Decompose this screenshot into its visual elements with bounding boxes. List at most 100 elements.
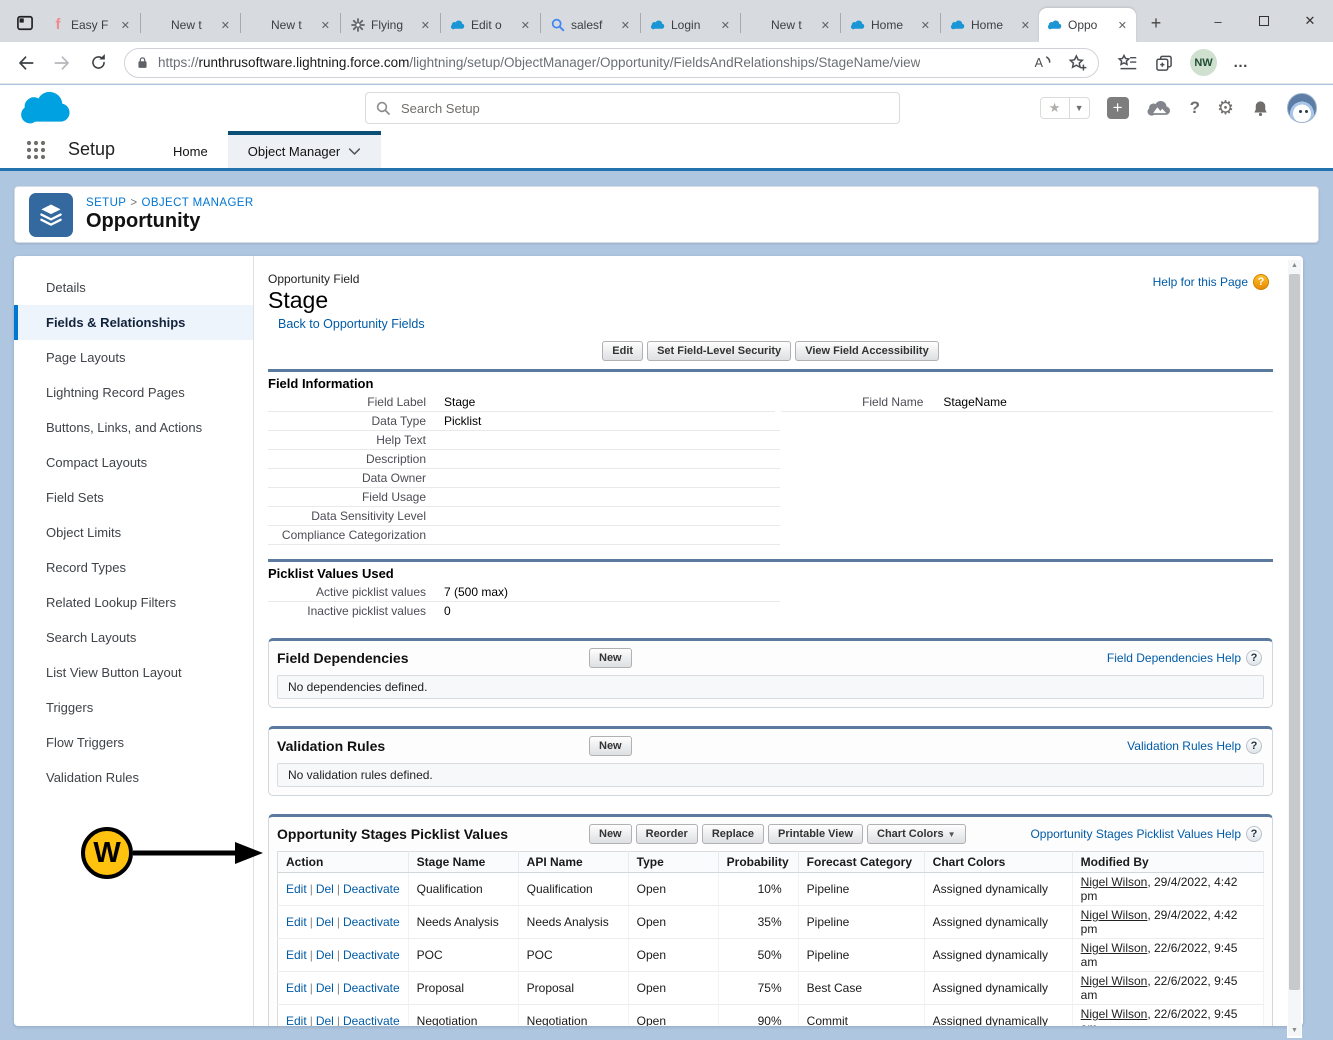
browser-tab-salesf-5[interactable]: salesf✕ bbox=[542, 8, 639, 42]
sidebar-item-list-view-button-layout[interactable]: List View Button Layout bbox=[14, 655, 253, 690]
browser-tab-home-8[interactable]: Home✕ bbox=[842, 8, 939, 42]
setup-gear-icon[interactable]: ⚙ bbox=[1217, 99, 1234, 118]
tab-close-icon[interactable]: ✕ bbox=[518, 18, 533, 33]
global-help-icon[interactable]: ? bbox=[1190, 98, 1200, 118]
modified-by-link[interactable]: Nigel Wilson bbox=[1081, 974, 1148, 988]
browser-tab-new-t-2[interactable]: New t✕ bbox=[242, 8, 339, 42]
setup-search-box[interactable] bbox=[365, 92, 900, 124]
help-question-icon[interactable]: ? bbox=[1246, 826, 1262, 842]
validation-rules-new-button[interactable]: New bbox=[589, 736, 632, 756]
vertical-scrollbar[interactable]: ▲ ▼ bbox=[1287, 258, 1302, 1038]
deactivate-link[interactable]: Deactivate bbox=[343, 915, 400, 929]
sidebar-item-page-layouts[interactable]: Page Layouts bbox=[14, 340, 253, 375]
refresh-button[interactable] bbox=[82, 47, 114, 79]
tab-object-manager[interactable]: Object Manager bbox=[228, 131, 382, 168]
browser-tab-login-6[interactable]: Login✕ bbox=[642, 8, 739, 42]
add-favorite-icon[interactable] bbox=[1068, 53, 1088, 73]
sidebar-item-details[interactable]: Details bbox=[14, 270, 253, 305]
edit-link[interactable]: Edit bbox=[286, 1014, 307, 1026]
tab-close-icon[interactable]: ✕ bbox=[1115, 18, 1130, 33]
browser-tab-easy-f-0[interactable]: fEasy F✕ bbox=[42, 8, 139, 42]
user-avatar[interactable] bbox=[1287, 93, 1317, 123]
edit-link[interactable]: Edit bbox=[286, 882, 307, 896]
edit-link[interactable]: Edit bbox=[286, 981, 307, 995]
browser-tab-new-t-7[interactable]: New t✕ bbox=[742, 8, 839, 42]
edit-link[interactable]: Edit bbox=[286, 915, 307, 929]
tab-close-icon[interactable]: ✕ bbox=[718, 18, 733, 33]
edit-button[interactable]: Edit bbox=[602, 341, 643, 361]
breadcrumb-object-manager-link[interactable]: OBJECT MANAGER bbox=[141, 197, 253, 209]
window-maximize-button[interactable] bbox=[1241, 0, 1287, 42]
notifications-bell-icon[interactable] bbox=[1251, 99, 1270, 118]
tab-actions-button[interactable] bbox=[8, 6, 42, 40]
del-link[interactable]: Del bbox=[316, 1014, 334, 1026]
deactivate-link[interactable]: Deactivate bbox=[343, 1014, 400, 1026]
sidebar-item-compact-layouts[interactable]: Compact Layouts bbox=[14, 445, 253, 480]
address-bar[interactable]: https://runthrusoftware.lightning.force.… bbox=[124, 48, 1099, 78]
edit-link[interactable]: Edit bbox=[286, 948, 307, 962]
tab-close-icon[interactable]: ✕ bbox=[618, 18, 633, 33]
sidebar-item-record-types[interactable]: Record Types bbox=[14, 550, 253, 585]
sidebar-item-field-sets[interactable]: Field Sets bbox=[14, 480, 253, 515]
scroll-down-arrow[interactable]: ▼ bbox=[1288, 1027, 1301, 1034]
deactivate-link[interactable]: Deactivate bbox=[343, 948, 400, 962]
tab-close-icon[interactable]: ✕ bbox=[1018, 18, 1033, 33]
help-question-icon[interactable]: ? bbox=[1253, 274, 1269, 290]
sidebar-item-object-limits[interactable]: Object Limits bbox=[14, 515, 253, 550]
replace-button[interactable]: Replace bbox=[702, 824, 764, 844]
sidebar-item-validation-rules[interactable]: Validation Rules bbox=[14, 760, 253, 795]
tab-close-icon[interactable]: ✕ bbox=[218, 18, 233, 33]
window-close-button[interactable]: ✕ bbox=[1287, 0, 1333, 42]
browser-tab-oppo-10[interactable]: Oppo✕ bbox=[1039, 8, 1136, 42]
sidebar-item-fields-relationships[interactable]: Fields & Relationships bbox=[14, 305, 253, 340]
help-question-icon[interactable]: ? bbox=[1246, 650, 1262, 666]
field-dependencies-new-button[interactable]: New bbox=[589, 648, 632, 668]
help-for-this-page-link[interactable]: Help for this Page ? bbox=[1153, 274, 1269, 290]
modified-by-link[interactable]: Nigel Wilson bbox=[1081, 908, 1148, 922]
help-question-icon[interactable]: ? bbox=[1246, 738, 1262, 754]
browser-tab-new-t-1[interactable]: New t✕ bbox=[142, 8, 239, 42]
view-field-accessibility-button[interactable]: View Field Accessibility bbox=[795, 341, 939, 361]
forward-button[interactable] bbox=[46, 47, 78, 79]
del-link[interactable]: Del bbox=[316, 948, 334, 962]
opportunity-stages-help-link[interactable]: Opportunity Stages Picklist Values Help … bbox=[1030, 826, 1264, 842]
printable-view-button[interactable]: Printable View bbox=[768, 824, 863, 844]
sidebar-item-flow-triggers[interactable]: Flow Triggers bbox=[14, 725, 253, 760]
validation-rules-help-link[interactable]: Validation Rules Help ? bbox=[1127, 738, 1264, 754]
del-link[interactable]: Del bbox=[316, 981, 334, 995]
new-button[interactable]: New bbox=[589, 824, 632, 844]
favorites-control[interactable]: ★ ▼ bbox=[1040, 97, 1090, 119]
deactivate-link[interactable]: Deactivate bbox=[343, 882, 400, 896]
tab-close-icon[interactable]: ✕ bbox=[918, 18, 933, 33]
sidebar-item-search-layouts[interactable]: Search Layouts bbox=[14, 620, 253, 655]
global-create-button[interactable]: + bbox=[1107, 97, 1129, 119]
chart-colors-button[interactable]: Chart Colors▼ bbox=[867, 824, 966, 844]
modified-by-link[interactable]: Nigel Wilson bbox=[1081, 941, 1148, 955]
browser-tab-edit-o-4[interactable]: Edit o✕ bbox=[442, 8, 539, 42]
favorites-dropdown-icon[interactable]: ▼ bbox=[1070, 97, 1090, 119]
scrollbar-track[interactable]: ▲ ▼ bbox=[1288, 260, 1301, 1036]
field-dependencies-help-link[interactable]: Field Dependencies Help ? bbox=[1107, 650, 1264, 666]
tab-close-icon[interactable]: ✕ bbox=[818, 18, 833, 33]
tab-close-icon[interactable]: ✕ bbox=[118, 18, 133, 33]
sidebar-item-lightning-record-pages[interactable]: Lightning Record Pages bbox=[14, 375, 253, 410]
favorite-star-icon[interactable]: ★ bbox=[1040, 97, 1070, 119]
sidebar-item-related-lookup-filters[interactable]: Related Lookup Filters bbox=[14, 585, 253, 620]
scroll-up-arrow[interactable]: ▲ bbox=[1288, 262, 1301, 269]
set-field-level-security-button[interactable]: Set Field-Level Security bbox=[647, 341, 791, 361]
del-link[interactable]: Del bbox=[316, 915, 334, 929]
window-minimize-button[interactable]: – bbox=[1195, 0, 1241, 42]
url-text[interactable]: https://runthrusoftware.lightning.force.… bbox=[158, 55, 920, 70]
del-link[interactable]: Del bbox=[316, 882, 334, 896]
read-aloud-icon[interactable] bbox=[1032, 53, 1054, 73]
collections-icon[interactable] bbox=[1154, 53, 1174, 73]
new-tab-button[interactable]: + bbox=[1142, 9, 1170, 37]
scrollbar-thumb[interactable] bbox=[1289, 274, 1300, 990]
tab-close-icon[interactable]: ✕ bbox=[318, 18, 333, 33]
deactivate-link[interactable]: Deactivate bbox=[343, 981, 400, 995]
tab-close-icon[interactable]: ✕ bbox=[418, 18, 433, 33]
favorites-bar-icon[interactable] bbox=[1117, 52, 1138, 73]
tab-home[interactable]: Home bbox=[153, 131, 228, 168]
app-launcher-icon[interactable] bbox=[24, 138, 48, 162]
browser-tab-home-9[interactable]: Home✕ bbox=[942, 8, 1039, 42]
